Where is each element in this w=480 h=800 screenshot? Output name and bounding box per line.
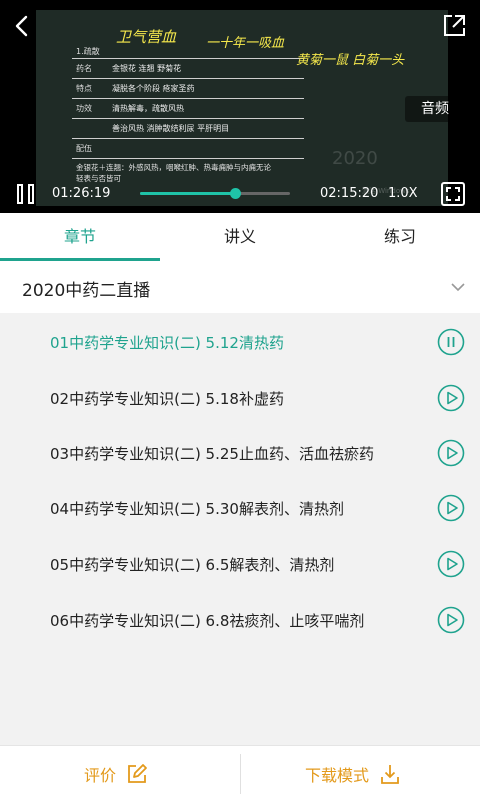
- chevron-down-icon: [451, 283, 465, 292]
- list-item[interactable]: 02中药学专业知识(二) 5.18补虚药: [0, 369, 480, 425]
- board-row: 药名 金银花 连翘 野菊花: [72, 59, 304, 79]
- handwriting: 一十年一吸血: [206, 36, 285, 51]
- board-key: 功效: [76, 104, 92, 113]
- tab-bar: 章节 讲义 练习: [0, 213, 480, 261]
- board-header: 1.疏散: [76, 47, 100, 56]
- board-key: 药名: [76, 64, 92, 73]
- tab-chapters[interactable]: 章节: [0, 213, 160, 261]
- lesson-title: 01中药学专业知识(二) 5.12清热药: [50, 334, 284, 352]
- pause-icon: [17, 184, 34, 204]
- tab-handouts[interactable]: 讲义: [160, 213, 320, 261]
- list-item[interactable]: 04中药学专业知识(二) 5.30解表剂、清热剂: [0, 479, 480, 535]
- progress-handle[interactable]: [229, 188, 241, 199]
- divider: [240, 754, 241, 794]
- download-icon: [381, 764, 399, 784]
- current-time: 01:26:19: [52, 186, 111, 201]
- lesson-title: 05中药学专业知识(二) 6.5解表剂、清热剂: [50, 556, 335, 574]
- tab-exercises[interactable]: 练习: [320, 213, 480, 261]
- rate-label: 评价: [84, 765, 117, 785]
- course-section-header[interactable]: 2020中药二直播: [0, 261, 480, 313]
- board-note: 金银花＋连翘：外感风热，咽喉红肿、热毒痈肿与内痈无论轻表与否皆可: [76, 163, 271, 183]
- back-icon: [15, 15, 28, 37]
- board-key: 配伍: [76, 144, 92, 153]
- pause-button[interactable]: [14, 182, 38, 206]
- lesson-title: 06中药学专业知识(二) 6.8祛痰剂、止咳平喘剂: [50, 612, 365, 630]
- fullscreen-button[interactable]: [440, 181, 466, 207]
- play-circle-icon[interactable]: [437, 550, 465, 578]
- video-player[interactable]: 1.疏散 药名 金银花 连翘 野菊花 特点 凝脱各个阶段 疮家圣药 功效 清热解…: [0, 0, 480, 213]
- progress-slider[interactable]: [140, 188, 290, 199]
- video-frame: 1.疏散 药名 金银花 连翘 野菊花 特点 凝脱各个阶段 疮家圣药 功效 清热解…: [36, 10, 448, 206]
- download-mode-button[interactable]: 下载模式: [305, 746, 401, 800]
- list-item[interactable]: 03中药学专业知识(二) 5.25止血药、活血祛瘀药: [0, 424, 480, 480]
- pause-circle-icon[interactable]: [437, 328, 465, 356]
- board-table: 药名 金银花 连翘 野菊花 特点 凝脱各个阶段 疮家圣药 功效 清热解毒，疏散风…: [72, 58, 304, 159]
- share-button[interactable]: [440, 12, 468, 40]
- audio-mode-button[interactable]: 音频: [405, 96, 465, 122]
- board-row: 配伍: [72, 139, 304, 159]
- handwriting: 黄菊一鼠 白菊一头: [296, 53, 405, 68]
- fullscreen-icon: [441, 182, 465, 206]
- playback-speed-button[interactable]: 1.0X: [388, 186, 418, 201]
- board-row: 特点 凝脱各个阶段 疮家圣药: [72, 79, 304, 99]
- download-label: 下载模式: [305, 765, 370, 785]
- watermark: 2020: [332, 148, 378, 169]
- board-row: 善治风热 消肿散结利尿 平肝明目: [72, 119, 304, 139]
- play-circle-icon[interactable]: [437, 384, 465, 412]
- total-time: 02:15:20: [320, 186, 379, 201]
- lesson-title: 03中药学专业知识(二) 5.25止血药、活血祛瘀药: [50, 445, 374, 463]
- list-item[interactable]: 05中药学专业知识(二) 6.5解表剂、清热剂: [0, 535, 480, 591]
- lesson-title: 02中药学专业知识(二) 5.18补虚药: [50, 390, 284, 408]
- edit-icon: [128, 763, 147, 783]
- play-circle-icon[interactable]: [437, 606, 465, 634]
- board-value: 善治风热 消肿散结利尿 平肝明目: [112, 124, 230, 133]
- lesson-title: 04中药学专业知识(二) 5.30解表剂、清热剂: [50, 500, 344, 518]
- board-key: 特点: [76, 84, 92, 93]
- play-circle-icon[interactable]: [437, 439, 465, 467]
- board-value: 凝脱各个阶段 疮家圣药: [112, 84, 195, 93]
- board-row: 功效 清热解毒，疏散风热: [72, 99, 304, 119]
- section-title: 2020中药二直播: [22, 281, 151, 301]
- play-circle-icon[interactable]: [437, 494, 465, 522]
- back-button[interactable]: [10, 12, 34, 40]
- board-value: 清热解毒，疏散风热: [112, 104, 184, 113]
- handwriting: 卫气营血: [116, 28, 177, 46]
- lesson-list: 01中药学专业知识(二) 5.12清热药 02中药学专业知识(二) 5.18补虚…: [0, 313, 480, 745]
- progress-fill: [140, 192, 235, 195]
- bottom-action-bar: 评价 下载模式: [0, 745, 480, 800]
- list-item[interactable]: 06中药学专业知识(二) 6.8祛痰剂、止咳平喘剂: [0, 591, 480, 647]
- list-item[interactable]: 01中药学专业知识(二) 5.12清热药: [0, 313, 480, 369]
- board-value: 金银花 连翘 野菊花: [112, 64, 182, 73]
- rate-button[interactable]: 评价: [84, 746, 148, 800]
- share-icon: [444, 15, 465, 36]
